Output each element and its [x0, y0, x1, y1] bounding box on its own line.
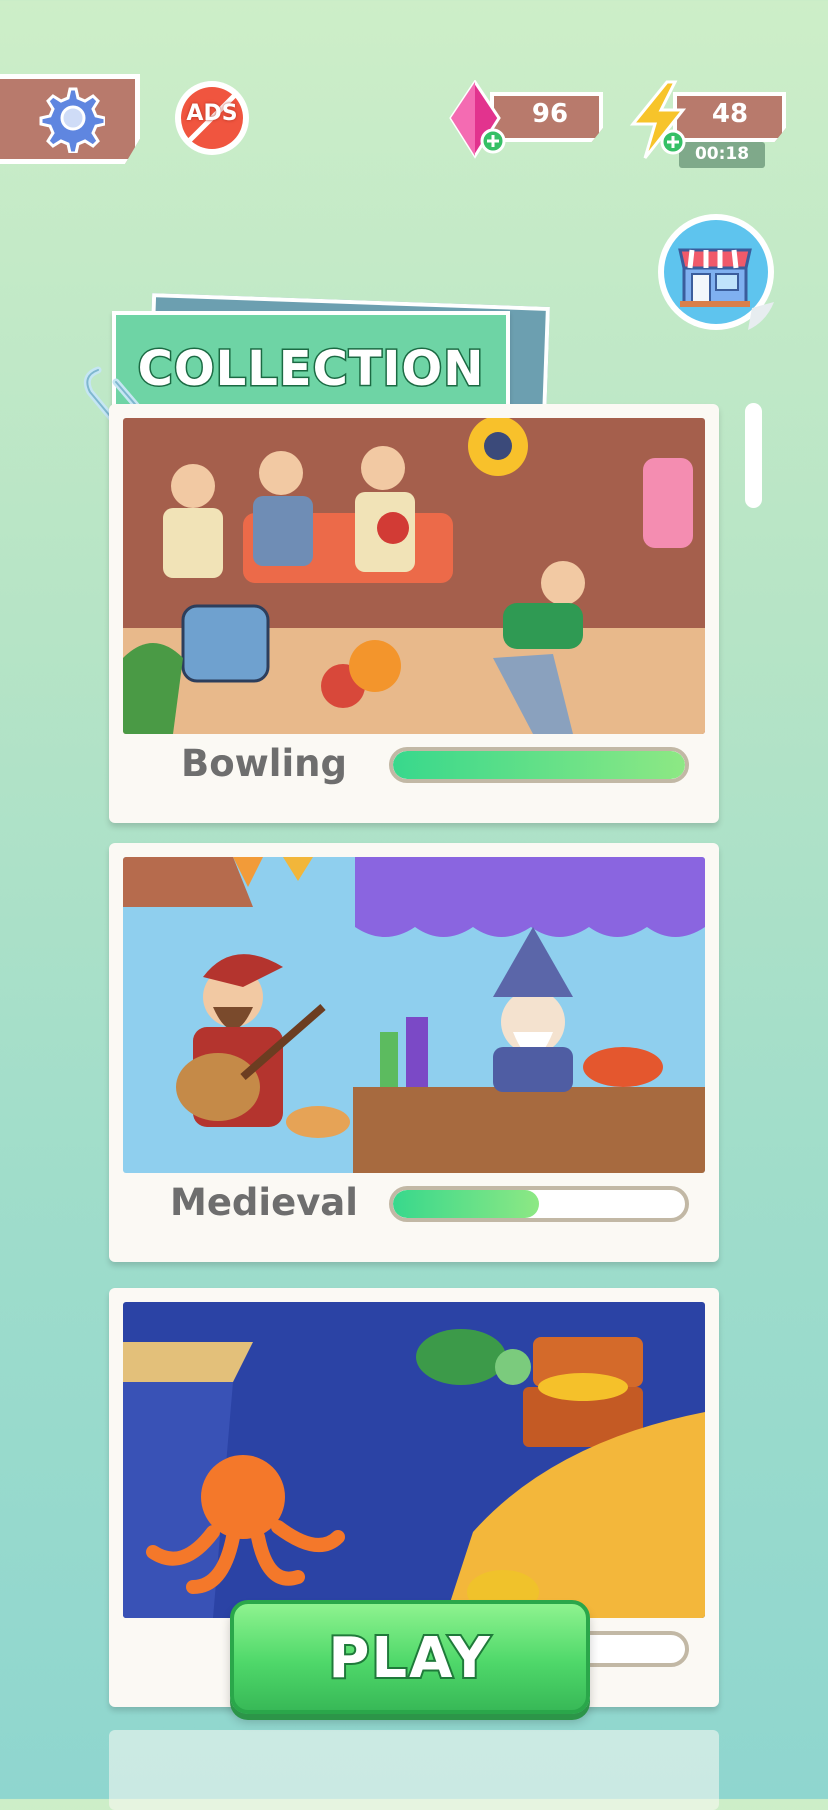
energy-counter[interactable]: 48 00:18: [625, 80, 790, 172]
ocean-artwork: [123, 1302, 705, 1618]
gem-icon: [449, 80, 506, 159]
collection-title: COLLECTION: [136, 340, 485, 399]
remove-ads-button[interactable]: ADS: [172, 78, 252, 158]
shop-icon: [658, 214, 774, 330]
progress-fill: [393, 1190, 539, 1218]
bowling-artwork: [123, 418, 705, 734]
collection-card-medieval[interactable]: Medieval: [109, 843, 719, 1262]
progress-bar: [389, 747, 689, 783]
ads-label: ADS: [186, 101, 238, 126]
lightning-icon: [629, 80, 687, 159]
progress-fill: [393, 751, 685, 779]
medieval-artwork: [123, 857, 705, 1173]
scrollbar-thumb[interactable]: [745, 403, 762, 508]
shop-button[interactable]: [656, 212, 778, 334]
settings-button[interactable]: [0, 74, 140, 164]
collection-name: Bowling: [181, 742, 347, 785]
collection-card-bowling[interactable]: Bowling: [109, 404, 719, 823]
gem-count: 96: [531, 99, 569, 129]
gear-icon: [39, 87, 105, 153]
energy-count: 48: [711, 99, 749, 129]
play-label: PLAY: [326, 1624, 492, 1693]
collection-name: Medieval: [170, 1181, 358, 1224]
collection-card-next: [109, 1730, 719, 1810]
progress-bar: [389, 1186, 689, 1222]
play-button[interactable]: PLAY: [230, 1600, 590, 1714]
gem-counter[interactable]: 96: [445, 80, 605, 160]
